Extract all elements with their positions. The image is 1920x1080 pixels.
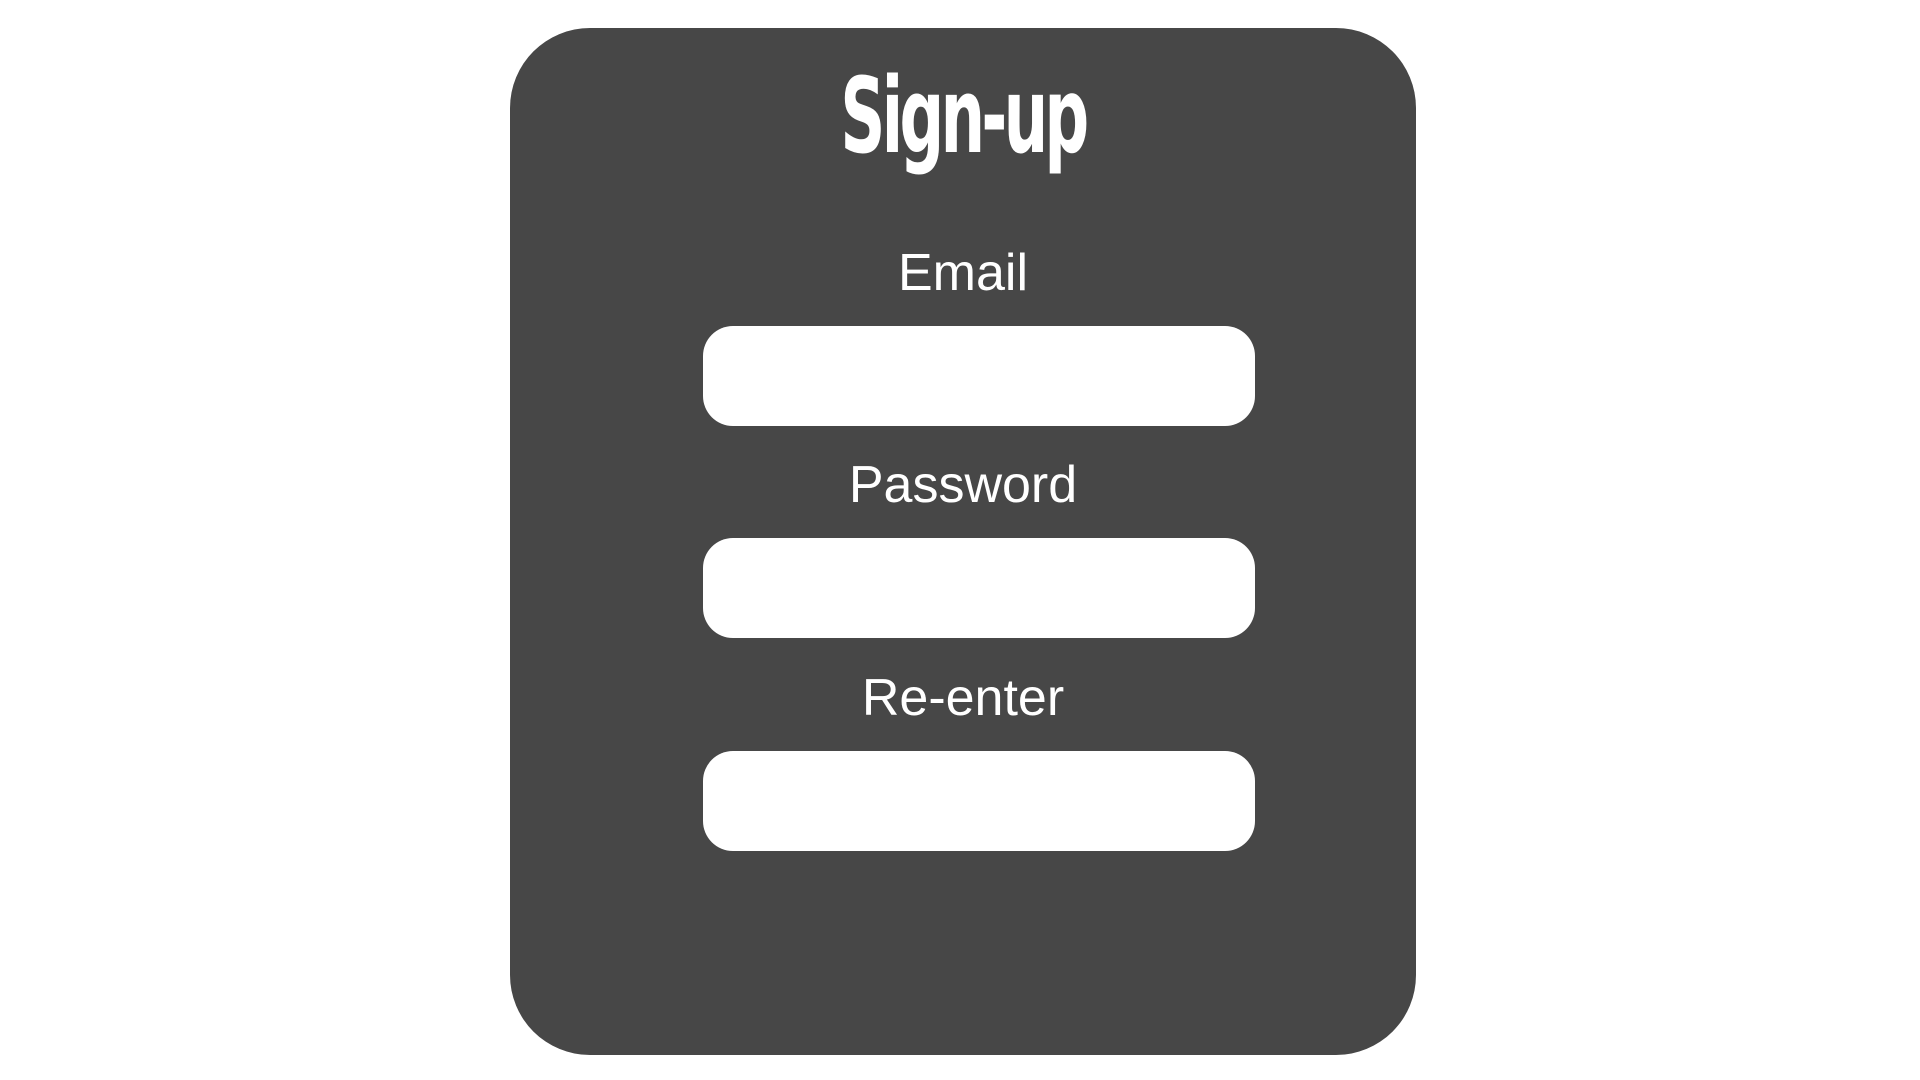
email-field[interactable]	[703, 326, 1255, 426]
signup-title: Sign-up	[840, 55, 1089, 177]
password-label: Password	[848, 456, 1078, 514]
reenter-password-label: Re-enter	[861, 669, 1065, 727]
signup-panel: Sign-up Email Password Re-enter	[510, 28, 1416, 1055]
email-label: Email	[897, 244, 1029, 302]
reenter-password-field[interactable]	[703, 751, 1255, 851]
password-field[interactable]	[703, 538, 1255, 638]
